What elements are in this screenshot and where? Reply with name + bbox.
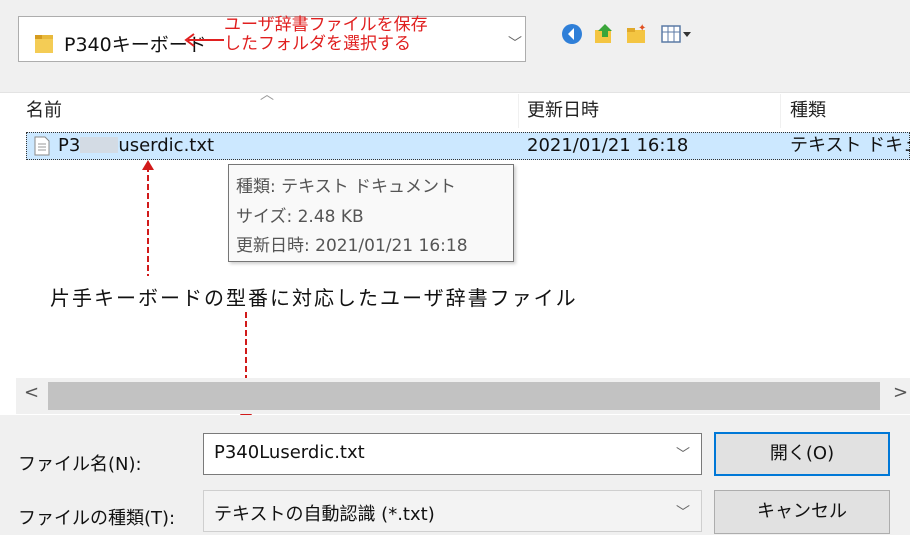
user-dictionary-annotation: 片手キーボードの型番に対応したユーザ辞書ファイル [50,286,578,310]
chevron-down-icon[interactable]: ﹀ [508,33,522,53]
tooltip-type: 種類: テキスト ドキュメント [236,177,457,197]
file-type: テキスト ドキュ [790,135,910,156]
file-name: P3 userdic.txt [58,132,214,160]
up-folder-icon[interactable] [592,22,616,46]
file-name-prefix: P3 [58,135,81,156]
view-menu-icon[interactable] [660,22,694,46]
back-icon[interactable] [560,22,584,46]
chevron-down-icon[interactable]: ﹀ [676,502,690,522]
annotation-up-arrow [142,160,154,276]
filetype-value[interactable]: テキストの自動認識 (*.txt) [214,500,435,526]
svg-text:✦: ✦ [638,23,646,34]
column-header-type[interactable]: 種類 [790,94,826,128]
scroll-right-arrow[interactable]: > [893,382,908,403]
file-modified: 2021/01/21 16:18 [527,135,689,156]
chevron-down-icon[interactable]: ﹀ [676,444,690,464]
filetype-label: ファイルの種類(T): [18,508,176,529]
filename-value[interactable]: P340Luserdic.txt [214,442,365,463]
file-name-suffix: userdic.txt [118,135,215,156]
column-header-name[interactable]: 名前 [26,94,62,128]
column-header-modified[interactable]: 更新日時 [527,94,599,128]
text-file-icon [34,136,50,156]
tooltip-size: サイズ: 2.48 KB [236,207,364,227]
open-button[interactable]: 開く(O) [714,432,890,476]
tooltip-modified: 更新日時: 2021/01/21 16:18 [236,236,468,256]
column-divider[interactable] [518,94,519,128]
scroll-left-arrow[interactable]: < [24,382,39,403]
annotation-left-arrow [184,33,224,47]
cancel-button[interactable]: キャンセル [714,490,890,534]
redacted-model-number [80,137,119,153]
sort-ascending-icon: ︿ [260,87,274,103]
folder-icon [35,35,53,53]
new-folder-icon[interactable]: ✦ [624,22,648,46]
scrollbar-thumb[interactable] [48,382,880,410]
filename-label: ファイル名(N): [18,454,142,475]
column-divider[interactable] [780,94,781,128]
folder-select-annotation: ユーザ辞書ファイルを保存 したフォルダを選択する [224,15,428,54]
